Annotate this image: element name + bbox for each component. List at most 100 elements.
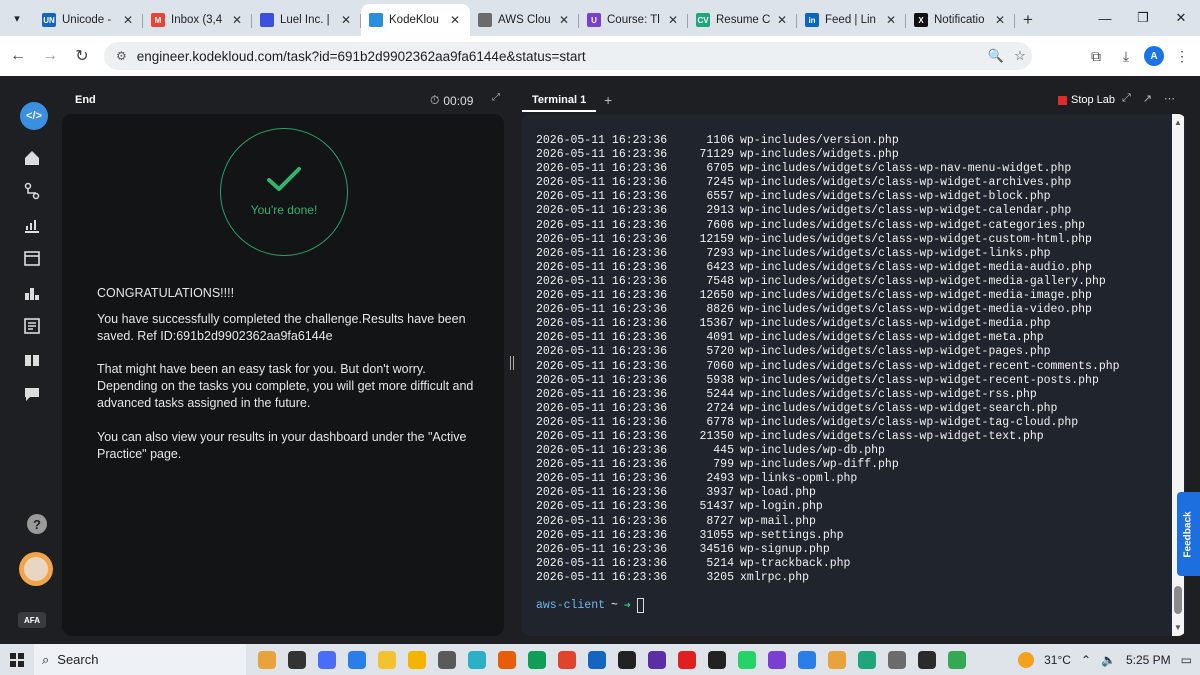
taskbar-app-icon[interactable] [588,650,606,669]
windows-start-icon[interactable] [0,644,34,675]
kodekloud-logo[interactable]: </> [20,102,48,130]
taskbar-app-icon[interactable] [828,650,846,669]
taskbar-app-icon[interactable] [708,650,726,669]
add-terminal-icon[interactable]: + [604,92,612,108]
taskbar-search[interactable]: ⌕ Search [34,644,246,675]
notes-icon[interactable] [20,314,44,338]
taskbar-app-icon[interactable] [948,650,966,669]
reload-icon[interactable]: ↻ [68,42,96,70]
browser-tab[interactable]: KodeKlou ✕ [361,4,470,36]
taskbar-app-icon[interactable] [468,650,486,669]
taskbar-app-icon[interactable] [858,650,876,669]
browser-tab[interactable]: CV Resume C ✕ [688,4,797,36]
taskbar-app-icon[interactable] [408,650,426,669]
profile-avatar[interactable]: A [1144,46,1164,66]
browser-tab[interactable]: Luel Inc. | ✕ [252,4,361,36]
user-avatar[interactable] [19,552,53,586]
browser-tab[interactable]: in Feed | Lin ✕ [797,4,906,36]
line-timestamp: 2026-05-11 16:23:36 [536,204,668,218]
zoom-icon[interactable]: 🔍 [984,48,1008,64]
back-icon[interactable]: ← [4,42,32,70]
new-tab-button[interactable]: + [1015,4,1041,36]
taskbar-app-icon[interactable] [498,650,516,669]
shell-prompt[interactable]: aws-client ~ ➜ [536,598,644,613]
taskbar-app-icon[interactable] [438,650,456,669]
stop-lab-button[interactable]: Stop Lab [1058,94,1115,106]
close-tab-icon[interactable]: ✕ [993,13,1007,27]
scroll-up-icon[interactable]: ▲ [1174,118,1182,127]
book-icon[interactable] [20,348,44,372]
close-tab-icon[interactable]: ✕ [339,13,353,27]
clock-time[interactable]: 5:25 PM [1126,653,1171,667]
close-window-icon[interactable]: ✕ [1162,0,1200,36]
extensions-icon[interactable]: ⧉ [1084,44,1108,68]
address-bar[interactable]: ⚙ engineer.kodekloud.com/task?id=691b2d9… [104,42,1032,70]
expand-terminal-icon[interactable]: ⤢ [1122,92,1131,105]
leaderboard-icon[interactable] [20,281,44,305]
notifications-icon[interactable]: ▭ [1181,653,1192,667]
close-tab-icon[interactable]: ✕ [666,13,680,27]
browser-tab[interactable]: U Course: Tl ✕ [579,4,688,36]
close-tab-icon[interactable]: ✕ [557,13,571,27]
close-tab-icon[interactable]: ✕ [775,13,789,27]
close-tab-icon[interactable]: ✕ [448,13,462,27]
home-icon[interactable] [20,146,44,170]
tab-search-button[interactable]: ▾ [0,0,34,36]
bookmark-star-icon[interactable]: ☆ [1008,48,1032,64]
user-badge[interactable]: AFA [18,612,46,628]
close-tab-icon[interactable]: ✕ [121,13,135,27]
taskbar-app-icon[interactable] [648,650,666,669]
weather-icon[interactable] [1018,651,1035,668]
terminal-window[interactable]: 2026-05-11 16:23:36 1106 wp-includes/versi… [522,114,1186,636]
taskbar-app-icon[interactable] [288,650,306,669]
calendar-icon[interactable] [20,246,44,270]
downloads-icon[interactable]: ⤓ [1114,44,1138,68]
scroll-down-icon[interactable]: ▼ [1174,623,1182,632]
site-info-icon[interactable]: ⚙ [116,49,127,63]
end-label[interactable]: End [75,94,96,106]
taskbar-app-icon[interactable] [318,650,336,669]
taskbar-app-icon[interactable] [528,650,546,669]
browser-tab[interactable]: UN Unicode - ✕ [34,4,143,36]
taskbar-app-icon[interactable] [738,650,756,669]
more-icon[interactable]: ⋯ [1164,92,1175,105]
browser-tab[interactable]: M Inbox (3,4 ✕ [143,4,252,36]
tray-chevron-icon[interactable]: ⌃ [1081,653,1091,667]
browser-tab[interactable]: AWS Clou ✕ [470,4,579,36]
feedback-tab[interactable]: Feedback [1177,492,1200,576]
restore-icon[interactable]: ❐ [1124,0,1162,36]
temperature[interactable]: 31°C [1044,653,1071,667]
expand-icon[interactable]: ⤢ [492,92,500,103]
browser-tab[interactable]: X Notificatio ✕ [906,4,1015,36]
panel-splitter[interactable] [510,356,514,370]
line-file: wp-includes/widgets/class-wp-widget-medi… [740,303,1092,317]
taskbar-app-icon[interactable] [678,650,696,669]
volume-icon[interactable]: 🔈 [1101,653,1116,667]
taskbar-app-icon[interactable] [348,650,366,669]
taskbar-app-icon[interactable] [558,650,576,669]
gmail-favicon: M [151,13,165,27]
taskbar-app-icon[interactable] [378,650,396,669]
taskbar-app-icon[interactable] [798,650,816,669]
line-size: 7245 [706,176,734,190]
line-timestamp: 2026-05-11 16:23:36 [536,345,668,359]
scroll-thumb[interactable] [1174,586,1182,614]
progress-chart-icon[interactable] [20,213,44,237]
help-icon[interactable]: ? [27,514,47,534]
line-size: 7060 [706,359,734,373]
close-tab-icon[interactable]: ✕ [230,13,244,27]
close-tab-icon[interactable]: ✕ [884,13,898,27]
open-external-icon[interactable]: ↗ [1143,92,1152,105]
forward-icon[interactable]: → [36,42,64,70]
tab-terminal-1[interactable]: Terminal 1 [522,90,597,112]
minimize-icon[interactable]: — [1086,0,1124,36]
taskbar-app-icon[interactable] [888,650,906,669]
chat-icon[interactable] [20,382,44,406]
browser-menu-icon[interactable]: ⋮ [1170,44,1194,68]
taskbar-app-icon[interactable] [258,650,276,669]
taskbar-app-icon[interactable] [768,650,786,669]
taskbar-app-icon[interactable] [618,650,636,669]
terminal-header: Terminal 1 + Stop Lab ⤢ ↗ ⋯ [522,90,1194,112]
taskbar-app-icon[interactable] [918,650,936,669]
roadmap-icon[interactable] [20,179,44,203]
